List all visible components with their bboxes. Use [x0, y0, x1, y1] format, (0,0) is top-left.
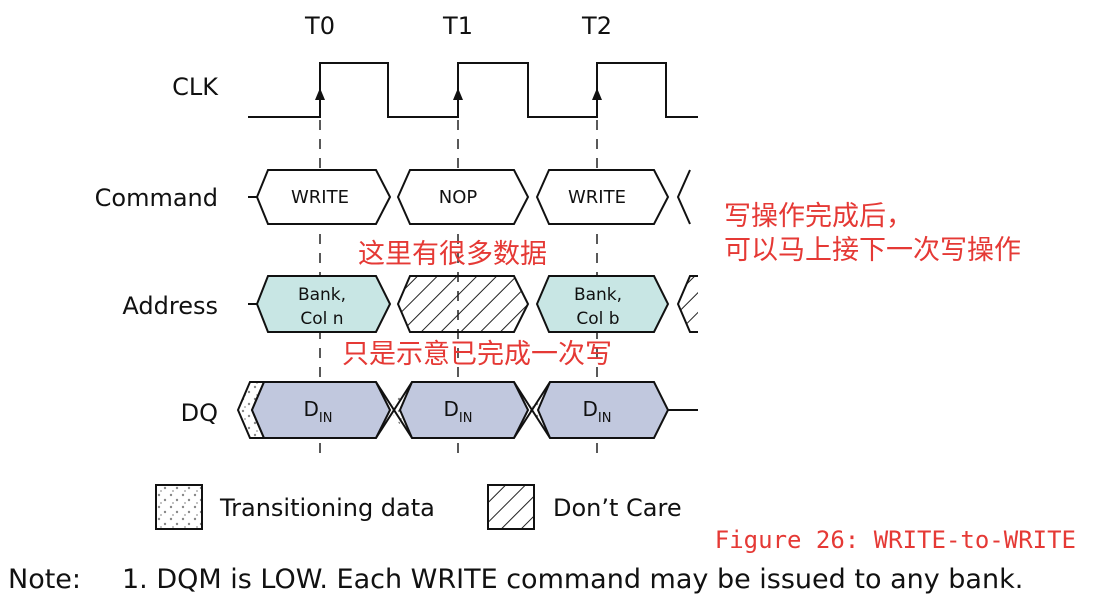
clk-rising-edge-arrow-t2: [592, 88, 602, 100]
legend-transitioning-swatch: [155, 484, 203, 530]
address-cell-1-line2: Col n: [300, 309, 343, 329]
note-text: 1. DQM is LOW. Each WRITE command may be…: [122, 564, 1023, 595]
address-cell-3-line2: Col b: [576, 309, 619, 329]
legend-transitioning-label: Transitioning data: [219, 494, 435, 522]
note-prefix: Note:: [8, 564, 81, 595]
clk-rising-edge-arrow-t1: [453, 88, 463, 100]
signal-label-address: Address: [122, 292, 218, 320]
legend-dont-care-swatch: [487, 484, 535, 530]
address-cell-3-line1: Bank,: [574, 285, 622, 305]
annotation-right-line1: 写操作完成后，: [724, 201, 913, 232]
annotation-middle-top: 这里有很多数据: [358, 239, 547, 270]
tick-label-t2: T2: [581, 12, 612, 40]
command-cell-2: NOP: [439, 187, 478, 208]
signal-label-clk: CLK: [172, 73, 219, 101]
signal-label-dq: DQ: [181, 399, 218, 427]
clk-rising-edge-arrow-t0: [315, 88, 325, 100]
figure-caption: Figure 26: WRITE-to-WRITE: [715, 526, 1076, 554]
signal-label-command: Command: [95, 184, 218, 212]
tick-label-t0: T0: [304, 12, 335, 40]
clk-waveform: [248, 62, 698, 118]
legend-dont-care-label: Don’t Care: [553, 494, 682, 522]
timing-diagram: T0 T1 T2 CLK Command Address DQ WRITE NO…: [8, 12, 1076, 595]
tick-label-t1: T1: [442, 12, 473, 40]
address-cell-1-line1: Bank,: [298, 285, 346, 305]
annotation-middle-bottom: 只是示意已完成一次写: [342, 339, 612, 370]
command-cell-1: WRITE: [291, 187, 349, 208]
command-cell-3: WRITE: [568, 187, 626, 208]
annotation-right-line2: 可以马上接下一次写操作: [724, 235, 1021, 266]
